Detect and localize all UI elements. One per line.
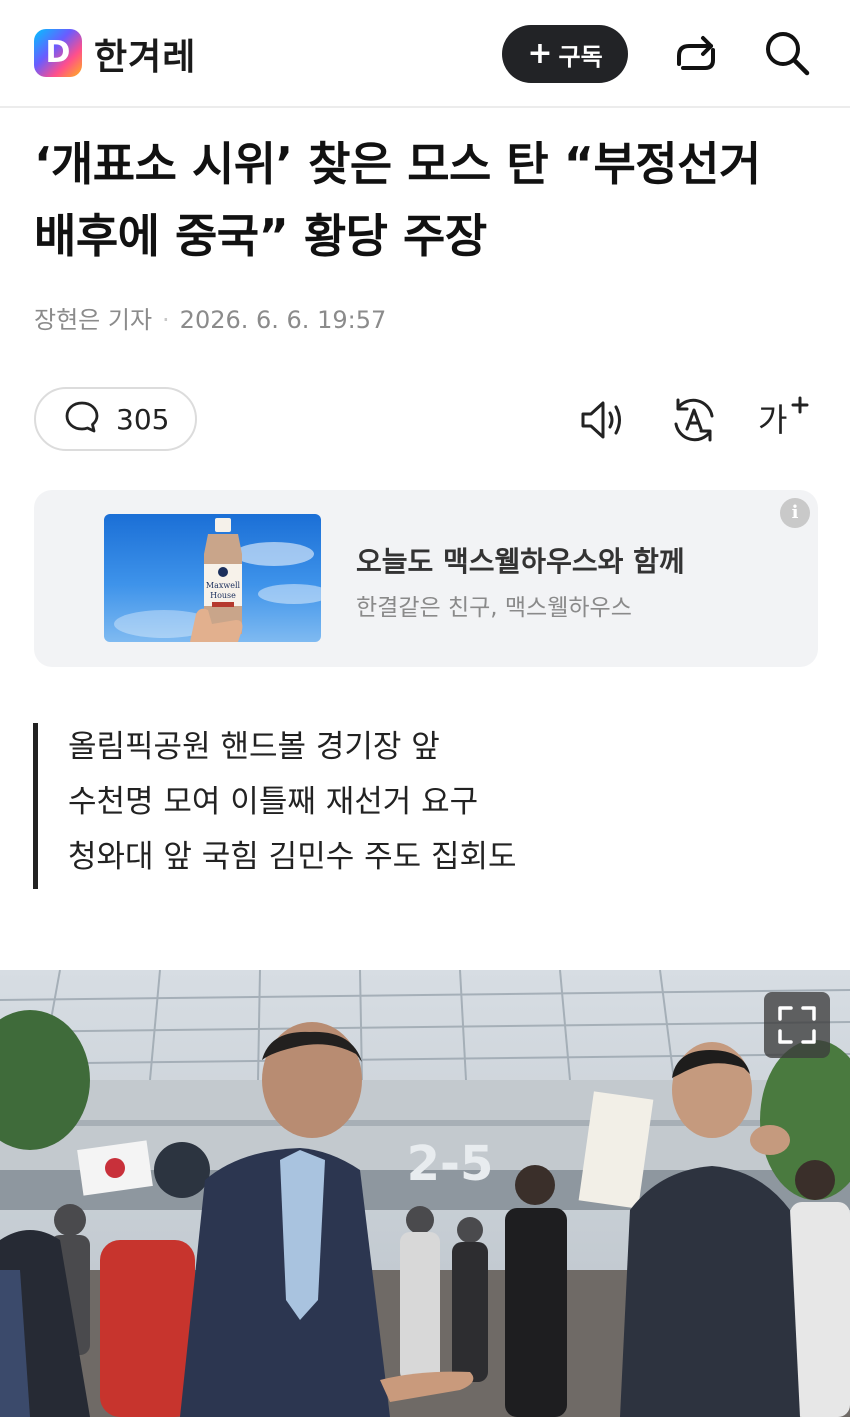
- top-bar: D 한겨레 + 구독: [0, 0, 850, 108]
- subscribe-label: 구독: [558, 42, 603, 71]
- comment-count: 305: [116, 402, 170, 436]
- ad-banner[interactable]: Maxwell House 오늘도 맥스웰하우스와 함께 한결같은 친구, 맥스…: [34, 490, 818, 667]
- fullscreen-icon[interactable]: [764, 992, 830, 1058]
- press-name[interactable]: 한겨레: [94, 28, 196, 80]
- share-icon[interactable]: [671, 28, 721, 78]
- summary-line: 청와대 앞 국힘 김민수 주도 집회도: [68, 839, 517, 875]
- article-summary: 올림픽공원 핸드볼 경기장 앞 수천명 모여 이틀째 재선거 요구 청와대 앞 …: [33, 723, 793, 889]
- ad-image: Maxwell House: [104, 514, 321, 642]
- ad-info-icon[interactable]: i: [780, 498, 810, 528]
- building-sign: 2-5: [407, 1136, 494, 1192]
- article-title: ‘개표소 시위’ 찾은 모스 탄 “부정선거 배후에 중국” 황당 주장: [34, 128, 824, 272]
- publish-datetime: 2026. 6. 6. 19:57: [179, 306, 387, 334]
- daum-logo[interactable]: D: [34, 29, 82, 77]
- comment-button[interactable]: 305: [34, 387, 197, 451]
- speaker-icon[interactable]: [577, 394, 629, 446]
- ad-subtitle: 한결같은 친구, 맥스웰하우스: [356, 595, 632, 621]
- translate-icon[interactable]: [668, 394, 720, 446]
- article-photo[interactable]: 2-5: [0, 970, 850, 1417]
- article-title-line1: ‘개표소 시위’ 찾은 모스 탄 “부정선거: [34, 137, 761, 191]
- product-label-2: House: [210, 591, 236, 600]
- summary-line: 올림픽공원 핸드볼 경기장 앞: [68, 729, 440, 765]
- comment-icon: [64, 399, 100, 439]
- summary-line: 수천명 모여 이틀째 재선거 요구: [68, 784, 479, 820]
- author-name[interactable]: 장현은 기자: [34, 306, 152, 334]
- subscribe-button[interactable]: + 구독: [502, 25, 628, 83]
- byline: 장현은 기자 · 2026. 6. 6. 19:57: [34, 300, 386, 335]
- ad-title: 오늘도 맥스웰하우스와 함께: [356, 545, 685, 578]
- font-size-button[interactable]: 가: [758, 394, 810, 446]
- search-icon[interactable]: [762, 28, 812, 78]
- plus-icon: [791, 396, 809, 414]
- font-size-label: 가: [758, 401, 788, 439]
- byline-separator: ·: [162, 306, 170, 334]
- article-title-line2: 배후에 중국” 황당 주장: [34, 209, 487, 263]
- logo-letter: D: [45, 35, 71, 70]
- plus-icon: +: [527, 36, 553, 71]
- product-label-1: Maxwell: [206, 581, 241, 590]
